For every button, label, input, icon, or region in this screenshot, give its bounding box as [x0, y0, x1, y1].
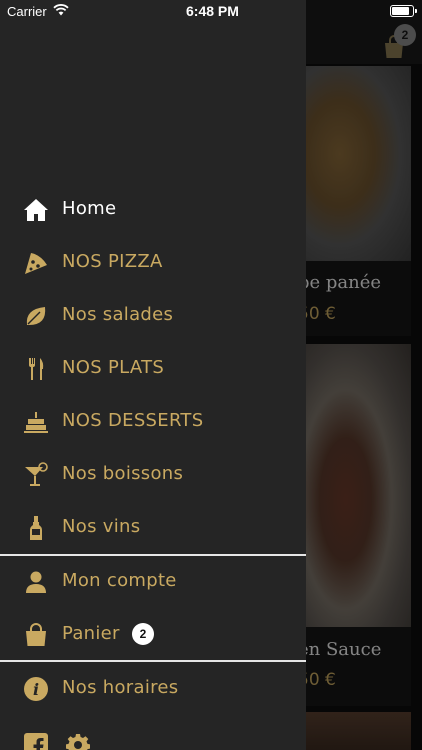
clock: 6:48 PM — [186, 3, 239, 19]
wifi-icon — [53, 4, 69, 16]
info-icon: i — [24, 677, 48, 701]
facebook-icon[interactable] — [24, 733, 48, 750]
menu-divider — [0, 660, 306, 662]
svg-text:i: i — [33, 680, 39, 699]
status-bar: Carrier 6:48 PM — [0, 0, 422, 22]
menu-item-label: Nos salades — [62, 304, 174, 325]
side-menu: Home NOS PIZZA Nos salades NOS PLATS NOS… — [0, 0, 306, 750]
fork-knife-icon — [29, 358, 44, 380]
leaf-icon — [26, 307, 46, 325]
panier-count-badge: 2 — [132, 623, 154, 645]
menu-item-home[interactable]: Home — [0, 184, 306, 236]
menu-item-label: Panier — [62, 623, 120, 644]
menu-item-label: Nos vins — [62, 516, 141, 537]
menu-item-desserts[interactable]: NOS DESSERTS — [0, 396, 306, 448]
menu-item-label: Mon compte — [62, 570, 177, 591]
menu-item-label: Nos horaires — [62, 677, 179, 698]
cocktail-icon — [25, 462, 48, 486]
home-icon — [24, 199, 48, 221]
menu-item-salades[interactable]: Nos salades — [0, 290, 306, 342]
menu-item-label: Home — [62, 198, 117, 219]
user-icon — [26, 571, 46, 593]
menu-item-label: NOS PLATS — [62, 357, 165, 378]
shopping-bag-icon — [26, 623, 46, 646]
pizza-icon — [25, 253, 47, 274]
menu-item-vins[interactable]: Nos vins — [0, 502, 306, 554]
menu-item-boissons[interactable]: Nos boissons — [0, 449, 306, 501]
menu-item-pizza[interactable]: NOS PIZZA — [0, 237, 306, 289]
menu-item-mon-compte[interactable]: Mon compte — [0, 556, 306, 608]
menu-item-label: NOS PIZZA — [62, 251, 163, 272]
battery-icon — [390, 5, 417, 17]
menu-item-panier[interactable]: Panier 2 — [0, 609, 306, 661]
carrier-label: Carrier — [7, 4, 47, 19]
menu-item-label: NOS DESSERTS — [62, 410, 204, 431]
cake-icon — [24, 412, 48, 433]
menu-item-horaires[interactable]: i Nos horaires — [0, 663, 306, 715]
gear-icon[interactable] — [66, 733, 90, 750]
menu-item-label: Nos boissons — [62, 463, 184, 484]
menu-item-plats[interactable]: NOS PLATS — [0, 343, 306, 395]
wine-bottle-icon — [30, 516, 42, 540]
